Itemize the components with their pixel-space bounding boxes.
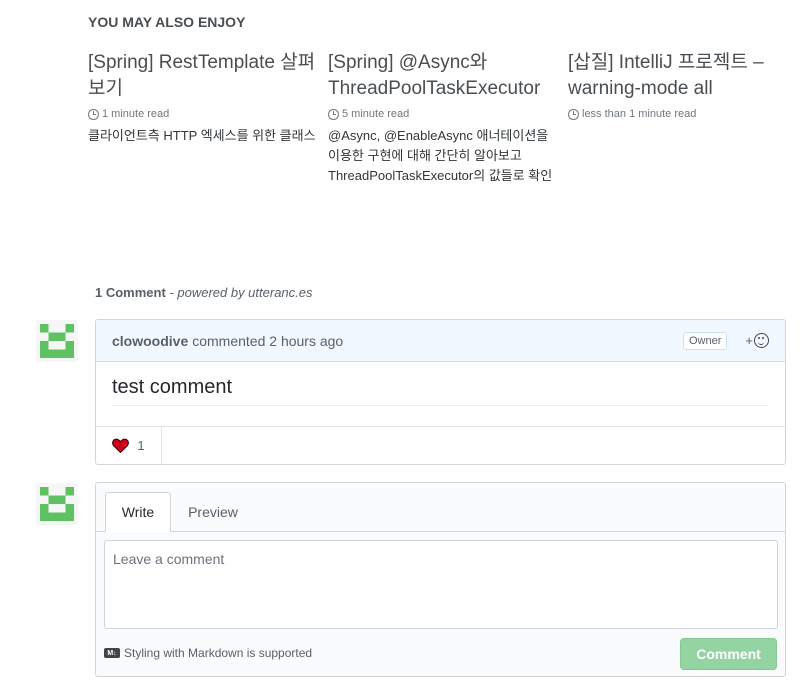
editor-tabs: Write Preview bbox=[96, 483, 785, 532]
markdown-note-text: Styling with Markdown is supported bbox=[124, 646, 313, 660]
related-posts-heading: YOU MAY ALSO ENJOY bbox=[88, 14, 246, 30]
comment-text: test comment bbox=[112, 376, 769, 406]
tab-write[interactable]: Write bbox=[105, 492, 171, 532]
heart-reaction-button[interactable]: 1 bbox=[96, 427, 162, 464]
related-card-excerpt: @Async, @EnableAsync 애너테이션을 이용한 구현에 대해 간… bbox=[328, 128, 553, 183]
comment: clowoodive commented 2 hours ago Owner +… bbox=[95, 319, 786, 465]
powered-by[interactable]: - powered by utteranc.es bbox=[169, 285, 312, 300]
add-reaction-plus: + bbox=[745, 333, 753, 348]
owner-badge: Owner bbox=[683, 331, 728, 350]
related-card-title[interactable]: [삽질] IntelliJ 프로젝트 – warning-mode all bbox=[568, 50, 796, 102]
comment-header: clowoodive commented 2 hours ago Owner + bbox=[96, 320, 785, 362]
comment-timestamp[interactable]: commented 2 hours ago bbox=[192, 333, 343, 349]
related-card: [Spring] @Async와 ThreadPoolTaskExecutor … bbox=[328, 50, 556, 186]
related-card-title[interactable]: [Spring] RestTemplate 살펴보기 bbox=[88, 50, 316, 102]
heart-icon bbox=[112, 438, 130, 453]
reaction-count: 1 bbox=[137, 438, 145, 453]
read-time-text: 5 minute read bbox=[342, 108, 410, 120]
reaction-bar: 1 bbox=[96, 426, 785, 464]
read-time-text: 1 minute read bbox=[102, 108, 170, 120]
tab-preview[interactable]: Preview bbox=[178, 492, 248, 531]
read-time: 1 minute read bbox=[88, 108, 316, 120]
comment-submit-button[interactable]: Comment bbox=[680, 638, 777, 670]
read-time: less than 1 minute read bbox=[568, 108, 796, 120]
smiley-icon bbox=[754, 333, 769, 348]
clock-icon bbox=[568, 108, 579, 120]
identicon-icon bbox=[40, 487, 74, 521]
markdown-note[interactable]: M↓ Styling with Markdown is supported bbox=[104, 646, 312, 660]
clock-icon bbox=[88, 108, 99, 120]
comments-header: 1 Comment - powered by utteranc.es bbox=[95, 285, 313, 300]
comment-count: 1 Comment bbox=[95, 285, 166, 300]
comment-form: Write Preview M↓ Styling with Markdown i… bbox=[95, 482, 786, 677]
comment-body: test comment bbox=[96, 362, 785, 406]
comment-input[interactable] bbox=[104, 540, 778, 629]
related-card: [삽질] IntelliJ 프로젝트 – warning-mode all le… bbox=[568, 50, 796, 126]
related-card-excerpt: 클라이언트측 HTTP 엑세스를 위한 클래스 bbox=[88, 128, 316, 143]
related-card: [Spring] RestTemplate 살펴보기 1 minute read… bbox=[88, 50, 316, 146]
related-card-title[interactable]: [Spring] @Async와 ThreadPoolTaskExecutor bbox=[328, 50, 556, 102]
avatar[interactable] bbox=[36, 320, 78, 362]
read-time-text: less than 1 minute read bbox=[582, 108, 697, 120]
add-reaction-button[interactable]: + bbox=[745, 333, 769, 348]
identicon-icon bbox=[40, 324, 74, 358]
comment-author[interactable]: clowoodive bbox=[112, 333, 188, 349]
clock-icon bbox=[328, 108, 339, 120]
read-time: 5 minute read bbox=[328, 108, 556, 120]
markdown-icon: M↓ bbox=[104, 648, 120, 658]
avatar[interactable] bbox=[36, 483, 78, 525]
